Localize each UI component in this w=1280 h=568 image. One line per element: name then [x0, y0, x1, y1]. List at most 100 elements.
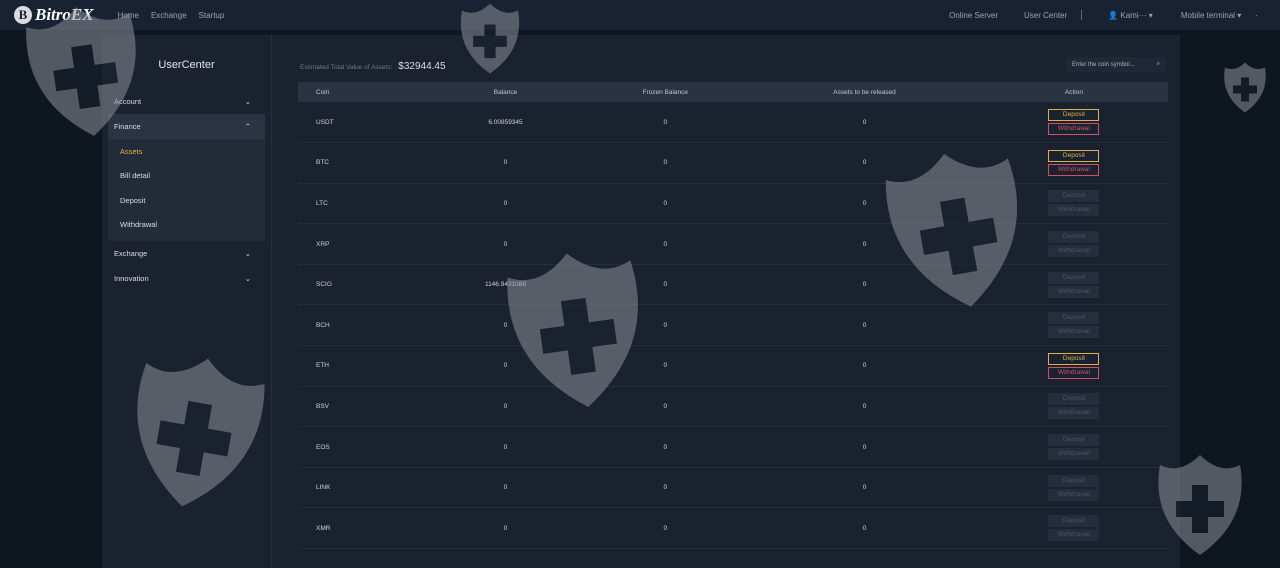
- search-icon[interactable]: ⌕: [1157, 61, 1160, 68]
- frozen-cell: 0: [581, 142, 750, 184]
- deposit-button[interactable]: Deposit: [1048, 434, 1100, 447]
- release-cell: 0: [749, 223, 980, 265]
- deposit-button[interactable]: Deposit: [1048, 109, 1100, 122]
- balance-cell: 0: [429, 507, 582, 550]
- sidebar-item-finance[interactable]: Finance ⌃: [108, 114, 265, 139]
- coin-cell: EOS: [298, 426, 430, 468]
- mobile-terminal-menu[interactable]: Mobile terminal ▾: [1181, 11, 1242, 20]
- col-balance: Balance: [429, 82, 582, 102]
- sidebar-title: UserCenter: [158, 59, 215, 71]
- frozen-cell: 0: [581, 507, 750, 550]
- table-row: USDT 6.00859345 0 0 Deposit Withdrawal: [298, 102, 1168, 144]
- nav-startup[interactable]: Startup: [199, 11, 225, 20]
- withdrawal-button[interactable]: Withdrawal: [1048, 407, 1100, 420]
- chevron-up-icon: ⌃: [244, 122, 251, 131]
- balance-cell: 0: [429, 386, 582, 428]
- frozen-cell: 0: [581, 304, 750, 347]
- coin-cell: BSV: [298, 386, 430, 428]
- chevron-down-icon: ⌄: [244, 274, 251, 283]
- main-panel: UserCenter Account ⌄ Finance ⌃ Assets Bill…: [102, 35, 1180, 568]
- table-row: SCIG 1146.9431088 0 0 Deposit Withdrawal: [298, 264, 1168, 306]
- withdrawal-button[interactable]: Withdrawal: [1048, 488, 1100, 501]
- sidebar: UserCenter Account ⌄ Finance ⌃ Assets Bill…: [102, 35, 272, 568]
- coin-cell: XRP: [298, 223, 430, 265]
- balance-cell: 0: [429, 223, 582, 265]
- deposit-button[interactable]: Deposit: [1048, 271, 1100, 284]
- release-cell: 0: [749, 142, 980, 184]
- more-icon[interactable]: ·: [1255, 11, 1258, 20]
- deposit-button[interactable]: Deposit: [1048, 231, 1100, 244]
- col-coin: Coin: [298, 82, 430, 102]
- frozen-cell: 0: [581, 183, 750, 225]
- coin-search-input[interactable]: Enter the coin symbol... ⌕: [1066, 57, 1166, 72]
- col-frozen: Frozen Balance: [581, 82, 750, 102]
- coin-cell: BCH: [298, 304, 430, 347]
- withdrawal-button[interactable]: Withdrawal: [1048, 245, 1100, 258]
- coin-cell: XMR: [298, 507, 430, 550]
- sidebar-item-label: Innovation: [114, 274, 149, 283]
- coin-cell: LINK: [298, 467, 430, 509]
- frozen-cell: 0: [581, 102, 750, 144]
- nav-exchange[interactable]: Exchange: [151, 11, 187, 20]
- sidebar-item-label: Account: [114, 97, 142, 106]
- coin-cell: USDT: [298, 102, 430, 144]
- balance-cell: 0: [429, 467, 582, 509]
- logo-icon: B: [14, 6, 32, 24]
- release-cell: 0: [749, 345, 980, 387]
- col-action: Action: [979, 82, 1168, 102]
- frozen-cell: 0: [581, 264, 750, 306]
- deposit-button[interactable]: Deposit: [1048, 190, 1100, 203]
- sidebar-subitem-withdrawal[interactable]: Withdrawal: [108, 213, 265, 238]
- release-cell: 0: [749, 386, 980, 428]
- release-cell: 0: [749, 264, 980, 306]
- table-row: BCH 0 0 0 Deposit Withdrawal: [298, 304, 1168, 347]
- release-cell: 0: [749, 304, 980, 347]
- brand-logo[interactable]: B BitroEX: [14, 5, 94, 25]
- shield-watermark-icon: [1224, 62, 1266, 113]
- nav-online-server[interactable]: Online Server: [949, 11, 998, 20]
- estimated-total-label: Estimated Total Value of Assets:: [300, 64, 393, 71]
- withdrawal-button[interactable]: Withdrawal: [1048, 285, 1100, 298]
- brand-name: BitroEX: [35, 5, 94, 24]
- sidebar-subitem-bill-detail[interactable]: Bill detail: [108, 164, 265, 189]
- deposit-button[interactable]: Deposit: [1048, 149, 1100, 162]
- estimated-total: Estimated Total Value of Assets: $32944.4…: [300, 61, 446, 72]
- table-row: BTC 0 0 0 Deposit Withdrawal: [298, 142, 1168, 184]
- withdrawal-button[interactable]: Withdrawal: [1048, 529, 1100, 542]
- deposit-button[interactable]: Deposit: [1048, 515, 1100, 528]
- deposit-button[interactable]: Deposit: [1048, 352, 1100, 365]
- sidebar-subitem-assets[interactable]: Assets: [108, 139, 265, 164]
- withdrawal-button[interactable]: Withdrawal: [1048, 448, 1100, 461]
- withdrawal-button[interactable]: Withdrawal: [1048, 123, 1100, 136]
- withdrawal-button[interactable]: Withdrawal: [1048, 326, 1100, 339]
- chevron-down-icon: ⌄: [244, 249, 251, 258]
- balance-cell: 0: [429, 345, 582, 387]
- frozen-cell: 0: [581, 426, 750, 468]
- balance-cell: 0: [429, 304, 582, 347]
- sidebar-subitem-deposit[interactable]: Deposit: [108, 188, 265, 213]
- withdrawal-button[interactable]: Withdrawal: [1048, 366, 1100, 379]
- withdrawal-button[interactable]: Withdrawal: [1048, 163, 1100, 176]
- deposit-button[interactable]: Deposit: [1048, 393, 1100, 406]
- release-cell: 0: [749, 467, 980, 509]
- deposit-button[interactable]: Deposit: [1048, 474, 1100, 487]
- frozen-cell: 0: [581, 467, 750, 509]
- deposit-button[interactable]: Deposit: [1048, 312, 1100, 325]
- user-menu[interactable]: 👤 Kami··· ▾: [1108, 11, 1153, 20]
- nav-home[interactable]: Home: [118, 11, 139, 20]
- sidebar-item-innovation[interactable]: Innovation ⌄: [108, 266, 265, 291]
- user-icon: 👤: [1108, 10, 1119, 20]
- balance-cell: 6.00859345: [429, 102, 582, 144]
- sidebar-item-exchange[interactable]: Exchange ⌄: [108, 241, 265, 266]
- withdrawal-button[interactable]: Withdrawal: [1048, 204, 1100, 217]
- table-row: XRP 0 0 0 Deposit Withdrawal: [298, 223, 1168, 265]
- user-name: Kami···: [1120, 10, 1147, 20]
- search-placeholder: Enter the coin symbol...: [1072, 61, 1135, 68]
- chevron-down-icon: ⌄: [244, 97, 251, 106]
- frozen-cell: 0: [581, 223, 750, 265]
- nav-user-center[interactable]: User Center: [1024, 11, 1067, 20]
- balance-cell: 0: [429, 426, 582, 468]
- table-row: LTC 0 0 0 Deposit Withdrawal: [298, 183, 1168, 225]
- sidebar-item-account[interactable]: Account ⌄: [108, 89, 265, 114]
- divider: [1081, 10, 1083, 20]
